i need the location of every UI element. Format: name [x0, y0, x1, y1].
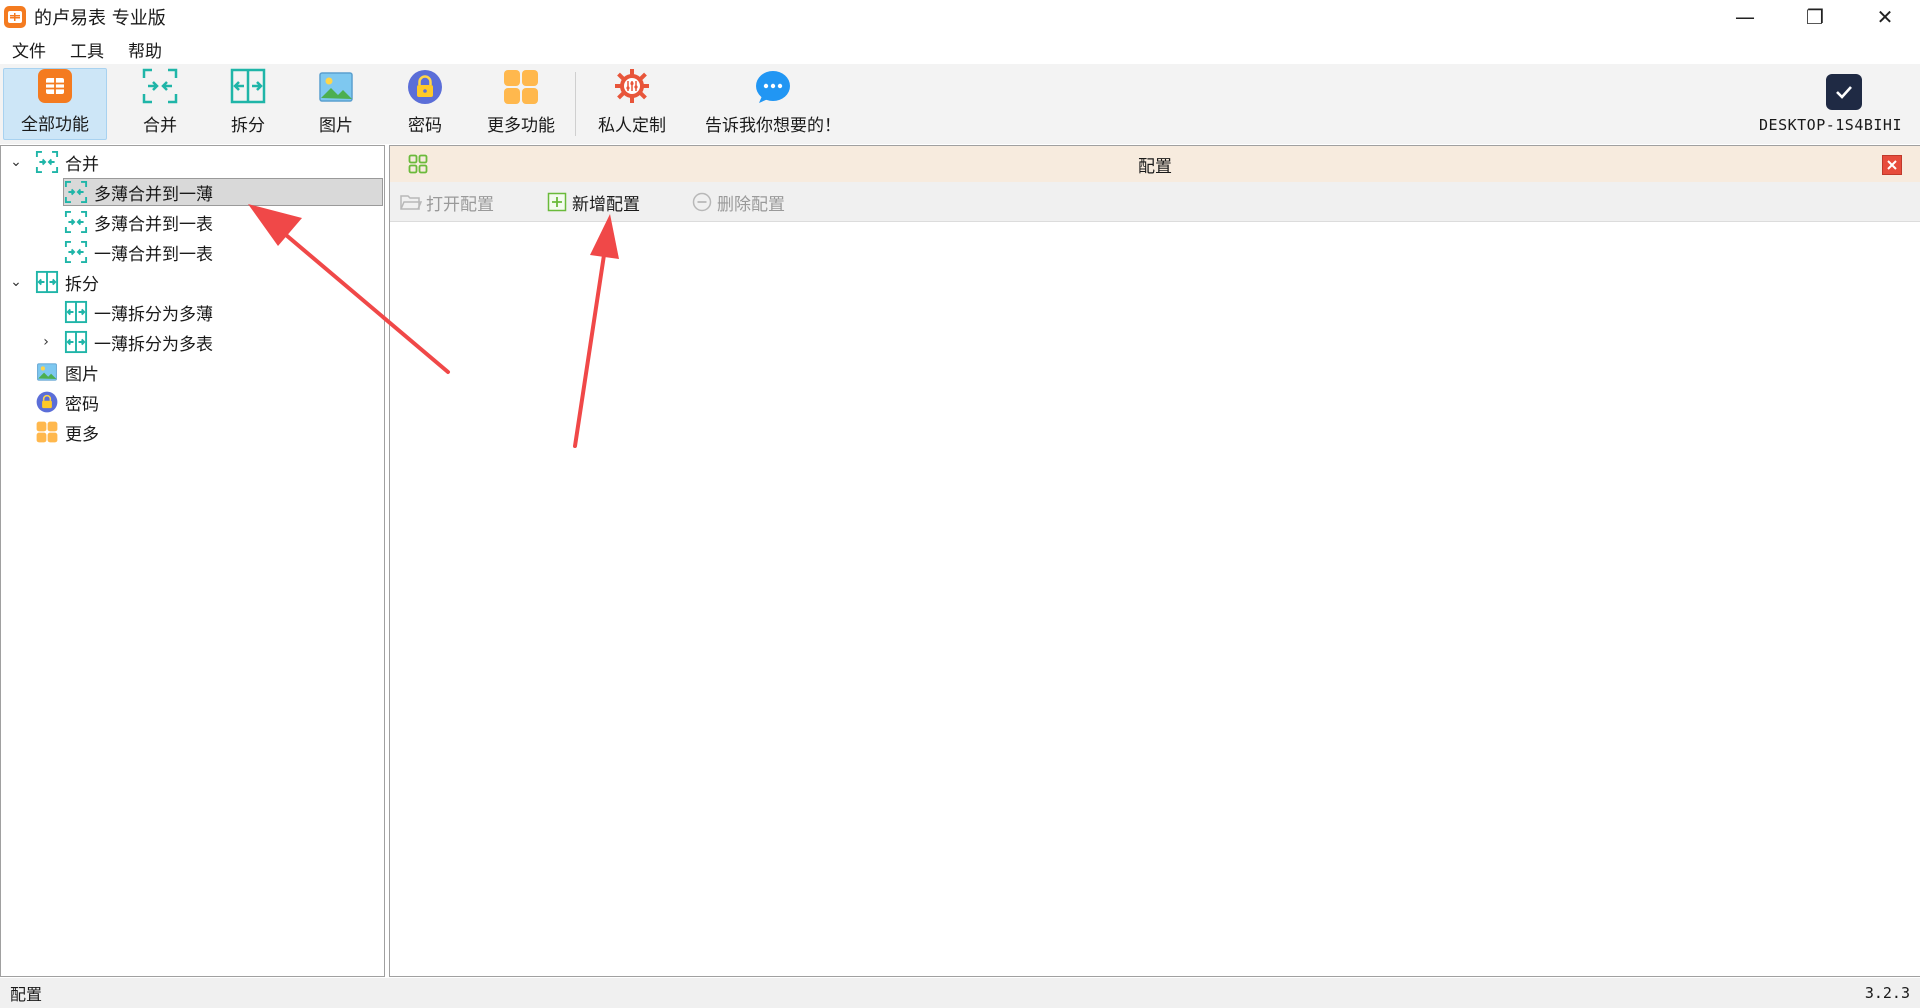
chevron-down-icon[interactable]: ⌄	[9, 274, 23, 290]
tree-node-one-book-to-one-sheet[interactable]: 一薄合并到一表	[64, 238, 213, 266]
menu-tools[interactable]: 工具	[58, 37, 116, 62]
more-grid-icon	[502, 68, 540, 105]
close-panel-icon[interactable]	[1882, 155, 1902, 175]
tool-label: 合并	[143, 116, 177, 136]
add-config-label: 新增配置	[572, 194, 640, 215]
tree-node-label: 一薄拆分为多表	[94, 334, 213, 355]
tool-label: 告诉我你想要的！	[705, 116, 841, 136]
tree-node-label: 密码	[65, 394, 99, 415]
tool-more-functions[interactable]: 更多功能	[480, 68, 562, 140]
tool-label: 密码	[408, 116, 442, 136]
merge-icon	[64, 210, 88, 234]
folder-open-icon	[400, 191, 422, 213]
split-icon	[64, 300, 88, 324]
tool-label: 更多功能	[487, 116, 555, 136]
merge-icon	[35, 150, 59, 174]
tree-node-label: 图片	[65, 364, 99, 385]
config-panel: 配置 打开配置 新增配置 删除配置	[389, 145, 1920, 977]
app-grid-icon	[36, 68, 74, 104]
title-bar: 的卢易表 专业版 — ❐ ✕	[0, 0, 1920, 34]
image-icon	[35, 360, 59, 384]
tool-label: 全部功能	[21, 115, 89, 135]
checkmark-icon[interactable]	[1826, 74, 1862, 110]
tree-node-multi-book-to-one-book[interactable]: 多薄合并到一薄	[63, 178, 383, 206]
custom-gear-icon	[613, 67, 651, 105]
lock-icon	[406, 68, 444, 105]
tool-label: 图片	[319, 116, 353, 136]
status-bar: 配置 3.2.3	[0, 978, 1920, 1008]
tool-label: 私人定制	[598, 116, 666, 136]
tree-node-password[interactable]: 密码	[35, 388, 99, 416]
maximize-button[interactable]: ❐	[1780, 0, 1850, 34]
config-actions-bar: 打开配置 新增配置 删除配置	[390, 182, 1920, 222]
add-config-button[interactable]: 新增配置	[546, 190, 640, 215]
chevron-right-icon[interactable]: ›	[39, 334, 53, 350]
tree-node-label: 拆分	[65, 274, 99, 295]
tree-node-label: 合并	[65, 154, 99, 175]
chat-bubble-icon	[754, 68, 792, 105]
tree-node-label: 更多	[65, 424, 99, 445]
delete-config-button[interactable]: 删除配置	[691, 190, 785, 215]
tool-label: 拆分	[231, 116, 265, 136]
menu-bar: 文件 工具 帮助	[0, 34, 1920, 64]
open-config-button[interactable]: 打开配置	[400, 190, 494, 215]
plus-square-icon	[546, 191, 568, 213]
chevron-down-icon[interactable]: ⌄	[9, 154, 23, 170]
device-name: DESKTOP-1S4BIHI	[1759, 116, 1902, 134]
tree-node-one-book-to-multi-sheet[interactable]: › 一薄拆分为多表	[39, 328, 213, 356]
tool-password[interactable]: 密码	[385, 68, 465, 140]
config-panel-header: 配置	[390, 146, 1920, 182]
minimize-button[interactable]: —	[1710, 0, 1780, 34]
menu-help[interactable]: 帮助	[116, 37, 174, 62]
tree-node-label: 多薄合并到一薄	[94, 184, 213, 205]
close-button[interactable]: ✕	[1850, 0, 1920, 34]
tool-merge[interactable]: 合并	[120, 68, 200, 140]
window-title: 的卢易表 专业版	[34, 8, 166, 29]
tree-node-merge[interactable]: ⌄ 合并	[9, 148, 99, 176]
toolbar-divider	[575, 72, 576, 136]
tree-node-one-book-to-multi-book[interactable]: 一薄拆分为多薄	[64, 298, 213, 326]
merge-icon	[141, 67, 179, 105]
tool-feedback[interactable]: 告诉我你想要的！	[698, 68, 848, 140]
app-logo-icon	[4, 6, 26, 28]
tree-node-more[interactable]: 更多	[35, 418, 99, 446]
image-icon	[317, 68, 355, 105]
function-tree: ⌄ 合并 多薄合并到一薄 多薄合并到一表 一薄合并到一表 ⌄ 拆分 一薄拆分为多…	[0, 145, 385, 977]
split-icon	[35, 270, 59, 294]
merge-icon	[64, 180, 88, 204]
tree-node-image[interactable]: 图片	[35, 358, 99, 386]
tool-split[interactable]: 拆分	[208, 68, 288, 140]
status-text: 配置	[10, 985, 43, 1004]
merge-icon	[64, 240, 88, 264]
lock-icon	[35, 390, 59, 414]
grid-outline-icon	[408, 154, 428, 179]
config-panel-title: 配置	[1138, 156, 1172, 177]
version-label: 3.2.3	[1864, 984, 1910, 1002]
open-config-label: 打开配置	[426, 194, 494, 215]
more-grid-icon	[35, 420, 59, 444]
tree-node-multi-book-to-one-sheet[interactable]: 多薄合并到一表	[64, 208, 213, 236]
window-controls: — ❐ ✕	[1710, 0, 1920, 34]
tool-image[interactable]: 图片	[296, 68, 376, 140]
tree-node-label: 多薄合并到一表	[94, 214, 213, 235]
tool-all-functions[interactable]: 全部功能	[3, 68, 107, 140]
tree-node-label: 一薄合并到一表	[94, 244, 213, 265]
tree-node-split[interactable]: ⌄ 拆分	[9, 268, 99, 296]
menu-file[interactable]: 文件	[0, 37, 58, 62]
tree-node-label: 一薄拆分为多薄	[94, 304, 213, 325]
tool-custom[interactable]: 私人定制	[590, 68, 674, 140]
split-icon	[64, 330, 88, 354]
delete-config-label: 删除配置	[717, 194, 785, 215]
split-icon	[229, 67, 267, 105]
minus-circle-icon	[691, 191, 713, 213]
main-toolbar: 全部功能 合并 拆分 图片 密码 更多功能 私人定制 告诉我你想要的！ DESK…	[0, 64, 1920, 144]
